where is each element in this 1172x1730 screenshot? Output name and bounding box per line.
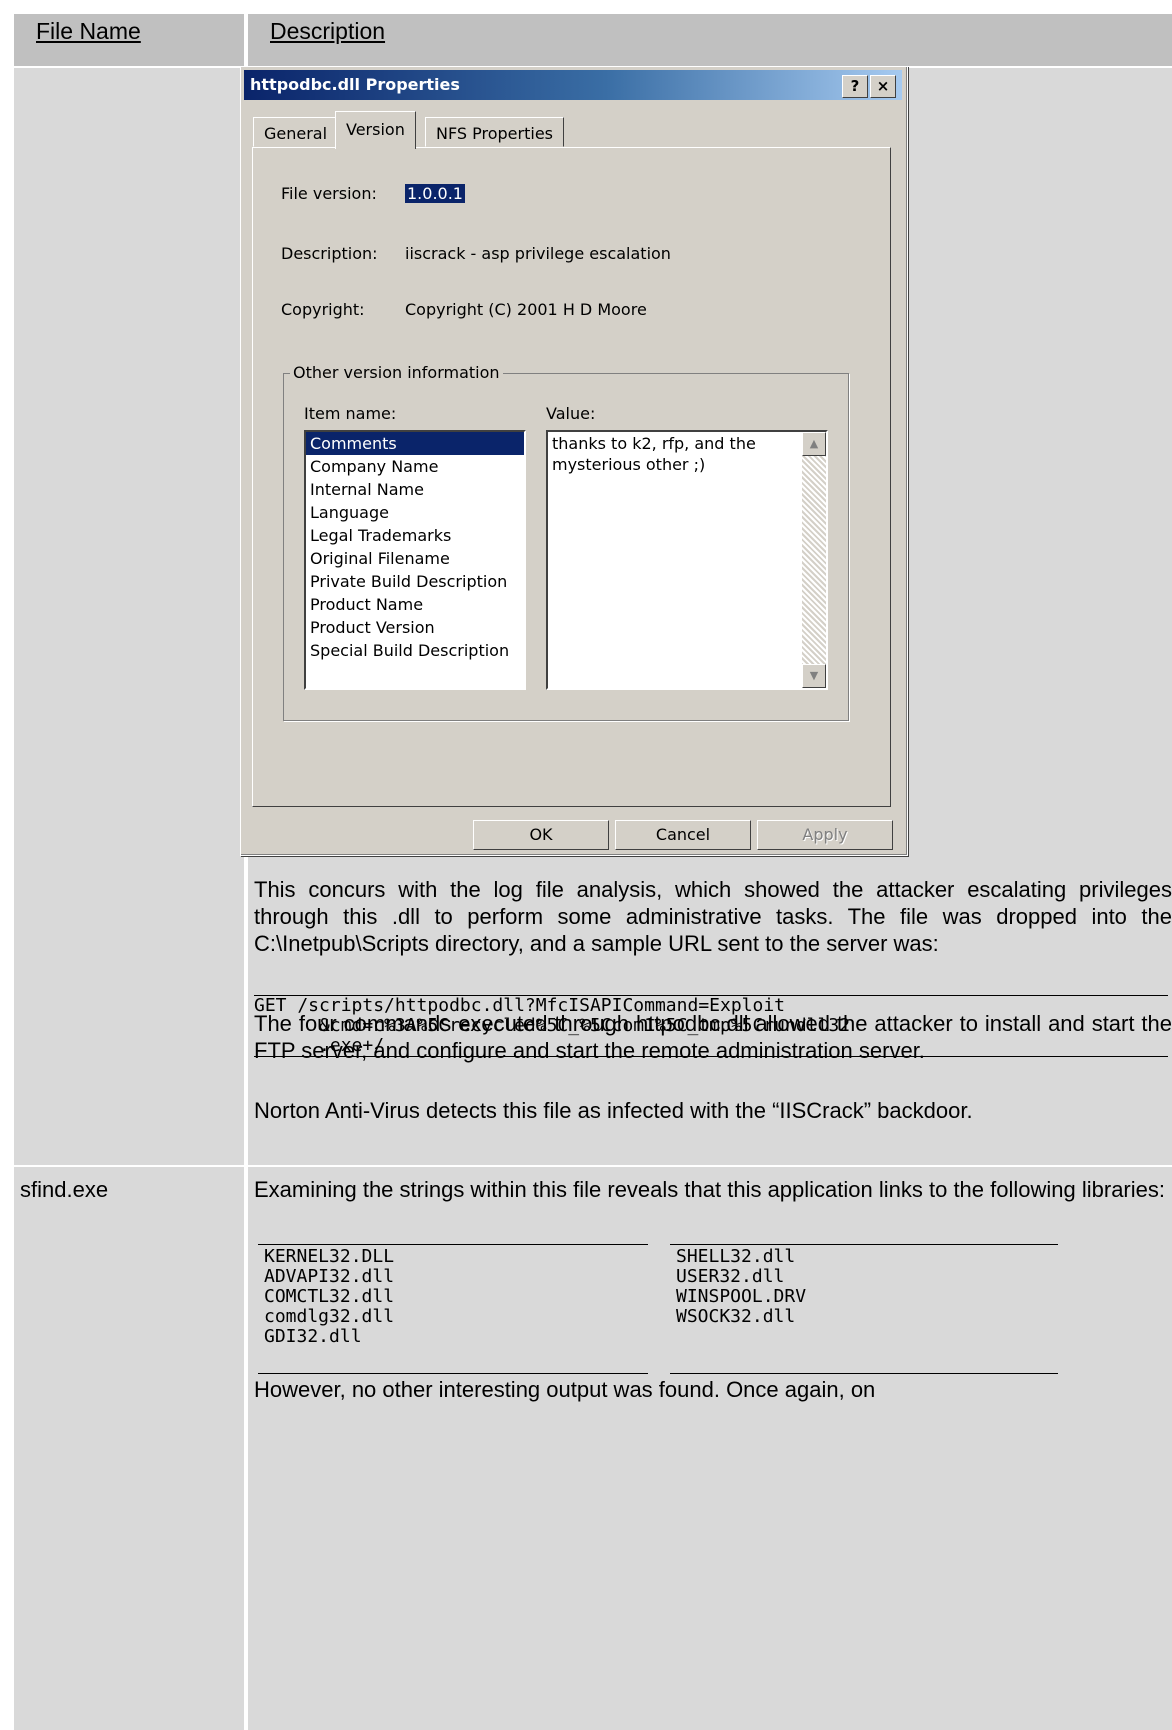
copyright-label: Copyright: (281, 300, 365, 319)
row1-para3: Norton Anti-Virus detects this file as i… (254, 1098, 973, 1123)
libraries-left: KERNEL32.DLL ADVAPI32.dll COMCTL32.dll c… (264, 1246, 395, 1347)
value-text: thanks to k2, rfp, and the mysterious ot… (552, 434, 756, 474)
list-item[interactable]: Special Build Description (306, 639, 524, 662)
libraries-right-box: SHELL32.dll USER32.dll WINSPOOL.DRV WSOC… (670, 1244, 1058, 1374)
list-item[interactable]: Company Name (306, 455, 524, 478)
row1-para1: This concurs with the log file analysis,… (254, 877, 1172, 956)
tab-general[interactable]: General (253, 117, 339, 147)
list-item[interactable]: Original Filename (306, 547, 524, 570)
scroll-up-icon[interactable]: ▲ (802, 432, 826, 456)
help-button[interactable]: ? (842, 75, 868, 98)
list-item[interactable]: Language (306, 501, 524, 524)
row1-para2: The four commands executed through httpo… (254, 1011, 1172, 1063)
value-label: Value: (546, 404, 596, 423)
description-label: Description: (281, 244, 378, 263)
other-version-info-group: Other version information Item name: Val… (283, 363, 849, 721)
file-version-label: File version: (281, 184, 377, 203)
tab-version[interactable]: Version (335, 111, 416, 149)
dialog-titlebar: httpodbc.dll Properties ? × (244, 70, 902, 100)
row2-para2: However, no other interesting output was… (254, 1377, 876, 1402)
group-label: Other version information (290, 363, 503, 382)
header-file-name: File Name (14, 14, 244, 66)
list-item[interactable]: Product Name (306, 593, 524, 616)
libraries-left-box: KERNEL32.DLL ADVAPI32.dll COMCTL32.dll c… (258, 1244, 648, 1374)
row1-file-name (14, 68, 244, 973)
row2-para1: Examining the strings within this file r… (254, 1177, 1165, 1202)
list-item[interactable]: Internal Name (306, 478, 524, 501)
list-item[interactable]: Private Build Description (306, 570, 524, 593)
description-value: iiscrack - asp privilege escalation (405, 244, 671, 263)
list-item[interactable]: Product Version (306, 616, 524, 639)
file-version-value[interactable]: 1.0.0.1 (405, 184, 465, 203)
item-name-list[interactable]: Comments Company Name Internal Name Languag… (304, 430, 526, 690)
item-name-label: Item name: (304, 404, 397, 423)
list-item[interactable]: Legal Trademarks (306, 524, 524, 547)
copyright-value: Copyright (C) 2001 H D Moore (405, 300, 647, 319)
close-button[interactable]: × (870, 75, 896, 98)
value-scrollbar[interactable]: ▲ ▼ (802, 432, 826, 688)
header-description: Description (248, 14, 1172, 66)
libraries-right: SHELL32.dll USER32.dll WINSPOOL.DRV WSOC… (676, 1246, 807, 1327)
value-box[interactable]: thanks to k2, rfp, and the mysterious ot… (546, 430, 828, 690)
cancel-button[interactable]: Cancel (615, 820, 751, 850)
properties-dialog: httpodbc.dll Properties ? × General Vers… (240, 66, 908, 856)
apply-button[interactable]: Apply (757, 820, 893, 850)
row2-file-name: sfind.exe (20, 1177, 109, 1202)
ok-button[interactable]: OK (473, 820, 609, 850)
tab-nfs-properties[interactable]: NFS Properties (425, 117, 564, 147)
scroll-down-icon[interactable]: ▼ (802, 664, 826, 688)
dialog-title: httpodbc.dll Properties (250, 75, 460, 94)
list-item[interactable]: Comments (306, 432, 524, 455)
